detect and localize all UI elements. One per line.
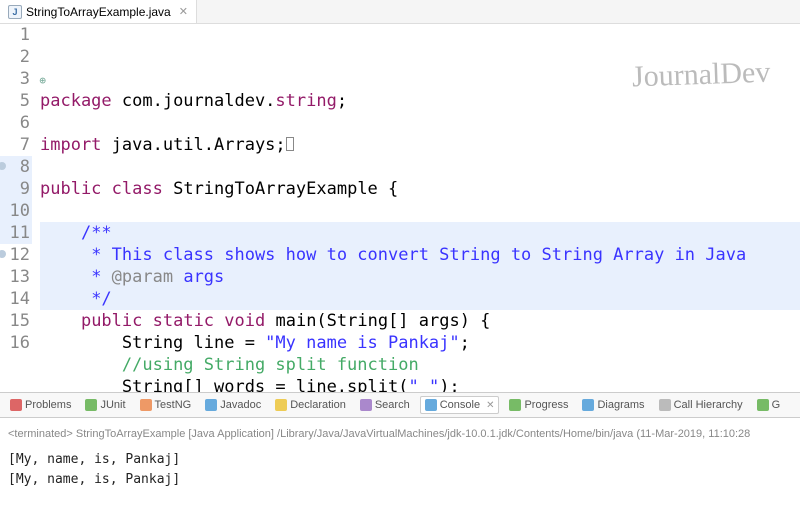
collapsed-region-icon[interactable] [286, 137, 294, 151]
line-number: 13 [0, 266, 32, 288]
watermark-text: JournalDev [631, 62, 770, 89]
panel-tab-testng[interactable]: TestNG [136, 397, 196, 413]
panel-tab-search[interactable]: Search [356, 397, 414, 413]
declaration-icon [275, 399, 287, 411]
line-number: 6 [0, 112, 32, 134]
progress-icon [509, 399, 521, 411]
panel-tab-javadoc[interactable]: Javadoc [201, 397, 265, 413]
panel-tab-label: Search [375, 399, 410, 411]
code-line[interactable]: String[] words = line.split(" "); [40, 376, 800, 392]
diagrams-icon [582, 399, 594, 411]
gutter-marker-icon [0, 250, 6, 258]
line-number: 15 [0, 310, 32, 332]
editor-tab-label: StringToArrayExample.java [26, 5, 171, 19]
panel-tab-label: Problems [25, 399, 71, 411]
code-line[interactable] [40, 200, 800, 222]
panel-tab-label: Call Hierarchy [674, 399, 743, 411]
panel-tab-diagrams[interactable]: Diagrams [578, 397, 648, 413]
panel-tab-label: G [772, 399, 781, 411]
console-icon [425, 399, 437, 411]
console-header: <terminated> StringToArrayExample [Java … [8, 424, 792, 444]
panel-tab-problems[interactable]: Problems [6, 397, 75, 413]
console-line: [My, name, is, Pankaj] [8, 470, 792, 490]
g-icon [757, 399, 769, 411]
console-output: [My, name, is, Pankaj][My, name, is, Pan… [8, 450, 792, 490]
panel-tab-label: Console [440, 399, 480, 411]
line-number: 9 [0, 178, 32, 200]
editor-tab[interactable]: J StringToArrayExample.java ✕ [0, 0, 197, 23]
code-area[interactable]: JournalDev package com.journaldev.string… [34, 24, 800, 392]
panel-tab-call-hierarchy[interactable]: Call Hierarchy [655, 397, 747, 413]
console-panel: <terminated> StringToArrayExample [Java … [0, 418, 800, 496]
panel-tab-label: Diagrams [597, 399, 644, 411]
code-line[interactable] [40, 112, 800, 134]
java-file-icon: J [8, 5, 22, 19]
panel-tab-label: JUnit [100, 399, 125, 411]
panel-tab-junit[interactable]: JUnit [81, 397, 129, 413]
code-line[interactable]: * This class shows how to convert String… [40, 244, 800, 266]
line-number-gutter: 123⊕5678910111213141516 [0, 24, 34, 392]
line-number: 7 [0, 134, 32, 156]
line-number: 2 [0, 46, 32, 68]
code-line[interactable]: import java.util.Arrays; [40, 134, 800, 156]
line-number: 5 [0, 90, 32, 112]
line-number: 8 [0, 156, 32, 178]
panel-tab-label: Javadoc [220, 399, 261, 411]
editor-tab-bar: J StringToArrayExample.java ✕ [0, 0, 800, 24]
code-line[interactable]: package com.journaldev.string; [40, 90, 800, 112]
line-number: 1 [0, 24, 32, 46]
close-icon[interactable]: ✕ [486, 400, 494, 411]
panel-tab-console[interactable]: Console ✕ [420, 396, 500, 414]
line-number: 12 [0, 244, 32, 266]
line-number: 3⊕ [0, 68, 32, 90]
gutter-marker-icon [0, 162, 6, 170]
panel-tab-bar: Problems JUnit TestNG Javadoc Declaration Sea… [0, 392, 800, 418]
panel-tab-label: Declaration [290, 399, 346, 411]
code-line[interactable]: public class StringToArrayExample { [40, 178, 800, 200]
panel-tab-label: Progress [524, 399, 568, 411]
line-number: 11 [0, 222, 32, 244]
line-number: 14 [0, 288, 32, 310]
javadoc-icon [205, 399, 217, 411]
testng-icon [140, 399, 152, 411]
problems-icon [10, 399, 22, 411]
line-number: 10 [0, 200, 32, 222]
close-icon[interactable]: ✕ [179, 5, 188, 18]
code-line[interactable]: /** [40, 222, 800, 244]
code-line[interactable]: */ [40, 288, 800, 310]
search-icon [360, 399, 372, 411]
code-line[interactable]: public static void main(String[] args) { [40, 310, 800, 332]
line-number: 16 [0, 332, 32, 354]
code-line[interactable]: //using String split function [40, 354, 800, 376]
code-editor[interactable]: 123⊕5678910111213141516 JournalDev packa… [0, 24, 800, 392]
code-line[interactable]: String line = "My name is Pankaj"; [40, 332, 800, 354]
code-line[interactable] [40, 156, 800, 178]
panel-tab-g[interactable]: G [753, 397, 785, 413]
console-line: [My, name, is, Pankaj] [8, 450, 792, 470]
panel-tab-label: TestNG [155, 399, 192, 411]
call hierarchy-icon [659, 399, 671, 411]
panel-tab-declaration[interactable]: Declaration [271, 397, 350, 413]
junit-icon [85, 399, 97, 411]
panel-tab-progress[interactable]: Progress [505, 397, 572, 413]
code-line[interactable]: * @param args [40, 266, 800, 288]
